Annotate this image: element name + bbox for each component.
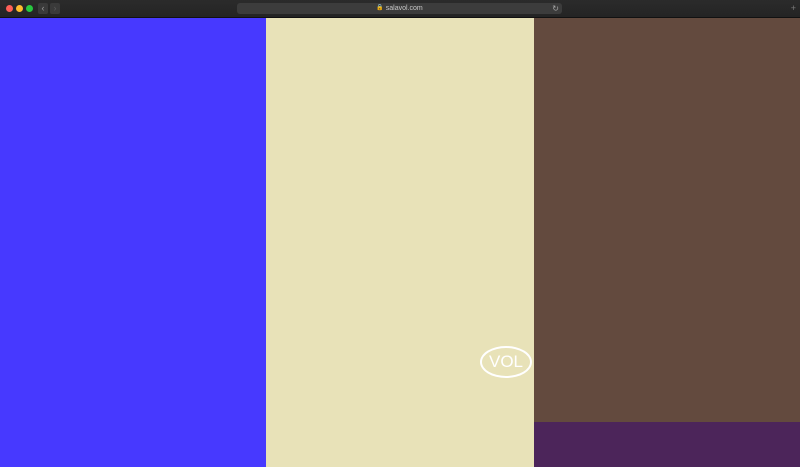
close-window-button[interactable]: [6, 5, 13, 12]
forward-button[interactable]: ›: [50, 3, 60, 14]
browser-toolbar: ‹ › 🔒 salavol.com ↻ +: [0, 0, 800, 18]
chevron-left-icon: ‹: [41, 3, 45, 13]
reload-icon[interactable]: ↻: [552, 3, 559, 14]
middle-color-panel[interactable]: [266, 18, 534, 467]
minimize-window-button[interactable]: [16, 5, 23, 12]
vol-logo[interactable]: VOL: [480, 346, 532, 378]
right-color-panel[interactable]: [534, 18, 800, 467]
new-tab-button[interactable]: +: [791, 4, 796, 13]
browser-window: ‹ › 🔒 salavol.com ↻ + VOL: [0, 0, 800, 467]
page-viewport: VOL: [0, 18, 800, 467]
url-text: salavol.com: [385, 5, 423, 12]
back-button[interactable]: ‹: [38, 3, 48, 14]
chevron-right-icon: ›: [53, 3, 57, 13]
address-bar[interactable]: 🔒 salavol.com ↻: [237, 3, 562, 14]
zoom-window-button[interactable]: [26, 5, 33, 12]
lock-icon: 🔒: [376, 5, 384, 11]
left-color-panel[interactable]: [0, 18, 266, 467]
bottom-color-strip[interactable]: [534, 422, 800, 467]
